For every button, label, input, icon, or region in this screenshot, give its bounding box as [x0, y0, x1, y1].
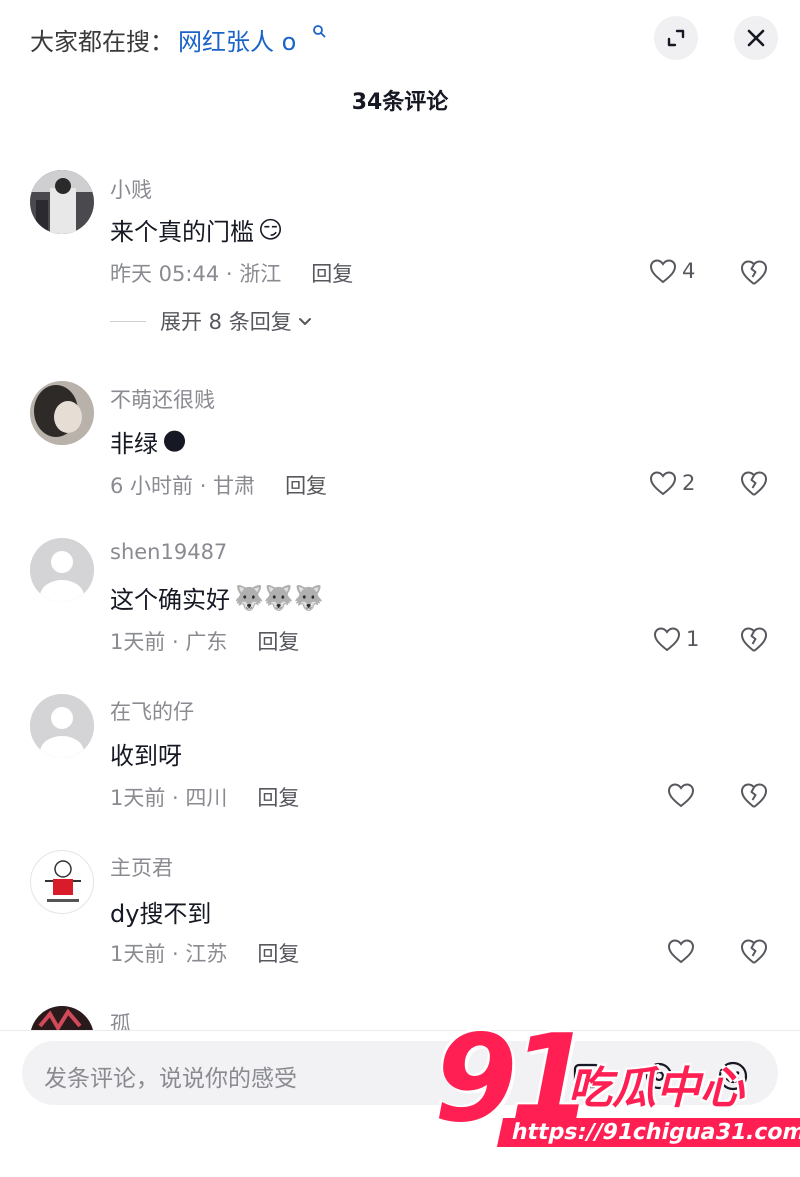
avatar[interactable] — [30, 694, 94, 758]
like-button[interactable]: 2 — [648, 468, 695, 498]
comment-text-body: 收到呀 — [110, 742, 182, 770]
like-count: 4 — [682, 259, 696, 283]
like-count: 1 — [686, 627, 700, 651]
broken-heart-icon[interactable] — [738, 935, 770, 967]
expand-replies-button[interactable]: 展开 8 条回复 — [110, 306, 314, 336]
watermark-url: https://91chigua31.com — [496, 1118, 800, 1147]
comment-time-location: 昨天 05:44 · 浙江 — [110, 262, 282, 286]
heart-icon — [649, 471, 677, 496]
comment-username[interactable]: 不萌还很贱 — [110, 384, 215, 414]
reply-button[interactable]: 回复 — [311, 258, 353, 288]
comment-time-location: 1天前 · 江苏 — [110, 942, 228, 966]
close-button[interactable] — [734, 16, 778, 60]
like-button[interactable]: 1 — [652, 624, 699, 654]
broken-heart-icon[interactable] — [738, 256, 770, 288]
default-avatar-icon — [30, 694, 94, 758]
avatar[interactable] — [30, 850, 94, 914]
top-bar: 大家都在搜： 网红张人 o — [0, 0, 800, 78]
comment-input-placeholder: 发条评论，说说你的感受 — [44, 1066, 297, 1092]
comment-username[interactable]: 小贱 — [110, 174, 152, 204]
comment-time-location: 1天前 · 四川 — [110, 786, 228, 810]
comment-username[interactable]: 在飞的仔 — [110, 696, 194, 726]
search-icon — [313, 25, 326, 38]
comment-meta: 1天前 · 广东 回复 — [110, 626, 299, 656]
like-button[interactable]: 4 — [648, 256, 695, 286]
comment-text-body: 来个真的门槛 — [110, 218, 254, 246]
avatar-photo — [30, 381, 94, 445]
comment-text-body: 这个确实好 — [110, 586, 230, 614]
reply-button[interactable]: 回复 — [257, 782, 299, 812]
wolf-emoji: 🐺🐺🐺 — [234, 583, 324, 612]
expand-icon — [667, 29, 685, 47]
default-avatar-icon — [30, 538, 94, 602]
comment-username[interactable]: shen19487 — [110, 540, 227, 564]
broken-heart-icon[interactable] — [738, 467, 770, 499]
avatar-photo — [45, 860, 81, 902]
reply-button[interactable]: 回复 — [285, 470, 327, 500]
broken-heart-icon[interactable] — [738, 623, 770, 655]
avatar[interactable] — [30, 538, 94, 602]
comment-text: 来个真的门槛 😏 — [110, 212, 283, 247]
dark-face-emoji: 🌑 — [162, 427, 188, 456]
comment-text: dy搜不到 — [110, 894, 211, 929]
comment-meta: 1天前 · 四川 回复 — [110, 782, 299, 812]
chevron-down-icon — [298, 318, 311, 325]
close-icon — [747, 29, 765, 47]
heart-icon — [667, 939, 695, 964]
comment-text: 这个确实好 🐺🐺🐺 — [110, 580, 324, 615]
search-suggestion[interactable]: 大家都在搜： 网红张人 o — [30, 22, 296, 57]
heart-icon — [653, 627, 681, 652]
comment-time-location: 6 小时前 · 甘肃 — [110, 474, 256, 498]
expand-replies-label: 展开 8 条回复 — [160, 310, 292, 334]
like-count: 2 — [682, 471, 696, 495]
smirk-emoji: 😏 — [258, 215, 284, 244]
watermark-logo: 91 吃瓜中心 https://91chigua31.com — [430, 1010, 800, 1170]
broken-heart-icon[interactable] — [738, 779, 770, 811]
comment-meta: 1天前 · 江苏 回复 — [110, 938, 299, 968]
heart-icon — [667, 783, 695, 808]
search-suggestion-term[interactable]: 网红张人 o — [178, 22, 296, 57]
comment-text: 非绿 🌑 — [110, 424, 187, 459]
search-suggestion-prefix: 大家都在搜： — [30, 28, 174, 56]
expand-button[interactable] — [654, 16, 698, 60]
comment-text-body: 非绿 — [110, 430, 158, 458]
comment-text-body: dy搜不到 — [110, 900, 212, 928]
reply-button[interactable]: 回复 — [257, 626, 299, 656]
comment-meta: 昨天 05:44 · 浙江 回复 — [110, 258, 353, 288]
like-button[interactable] — [666, 936, 696, 966]
comment-text: 收到呀 — [110, 736, 182, 771]
avatar[interactable] — [30, 381, 94, 445]
comment-meta: 6 小时前 · 甘肃 回复 — [110, 470, 327, 500]
like-button[interactable] — [666, 780, 696, 810]
comment-time-location: 1天前 · 广东 — [110, 630, 228, 654]
divider — [110, 320, 146, 322]
reply-button[interactable]: 回复 — [257, 938, 299, 968]
heart-icon — [649, 259, 677, 284]
watermark-title: 吃瓜中心 — [568, 1063, 744, 1114]
comment-count: 34条评论 — [351, 90, 449, 115]
avatar-photo — [30, 170, 94, 234]
comment-username[interactable]: 主页君 — [110, 852, 173, 882]
avatar[interactable] — [30, 170, 94, 234]
